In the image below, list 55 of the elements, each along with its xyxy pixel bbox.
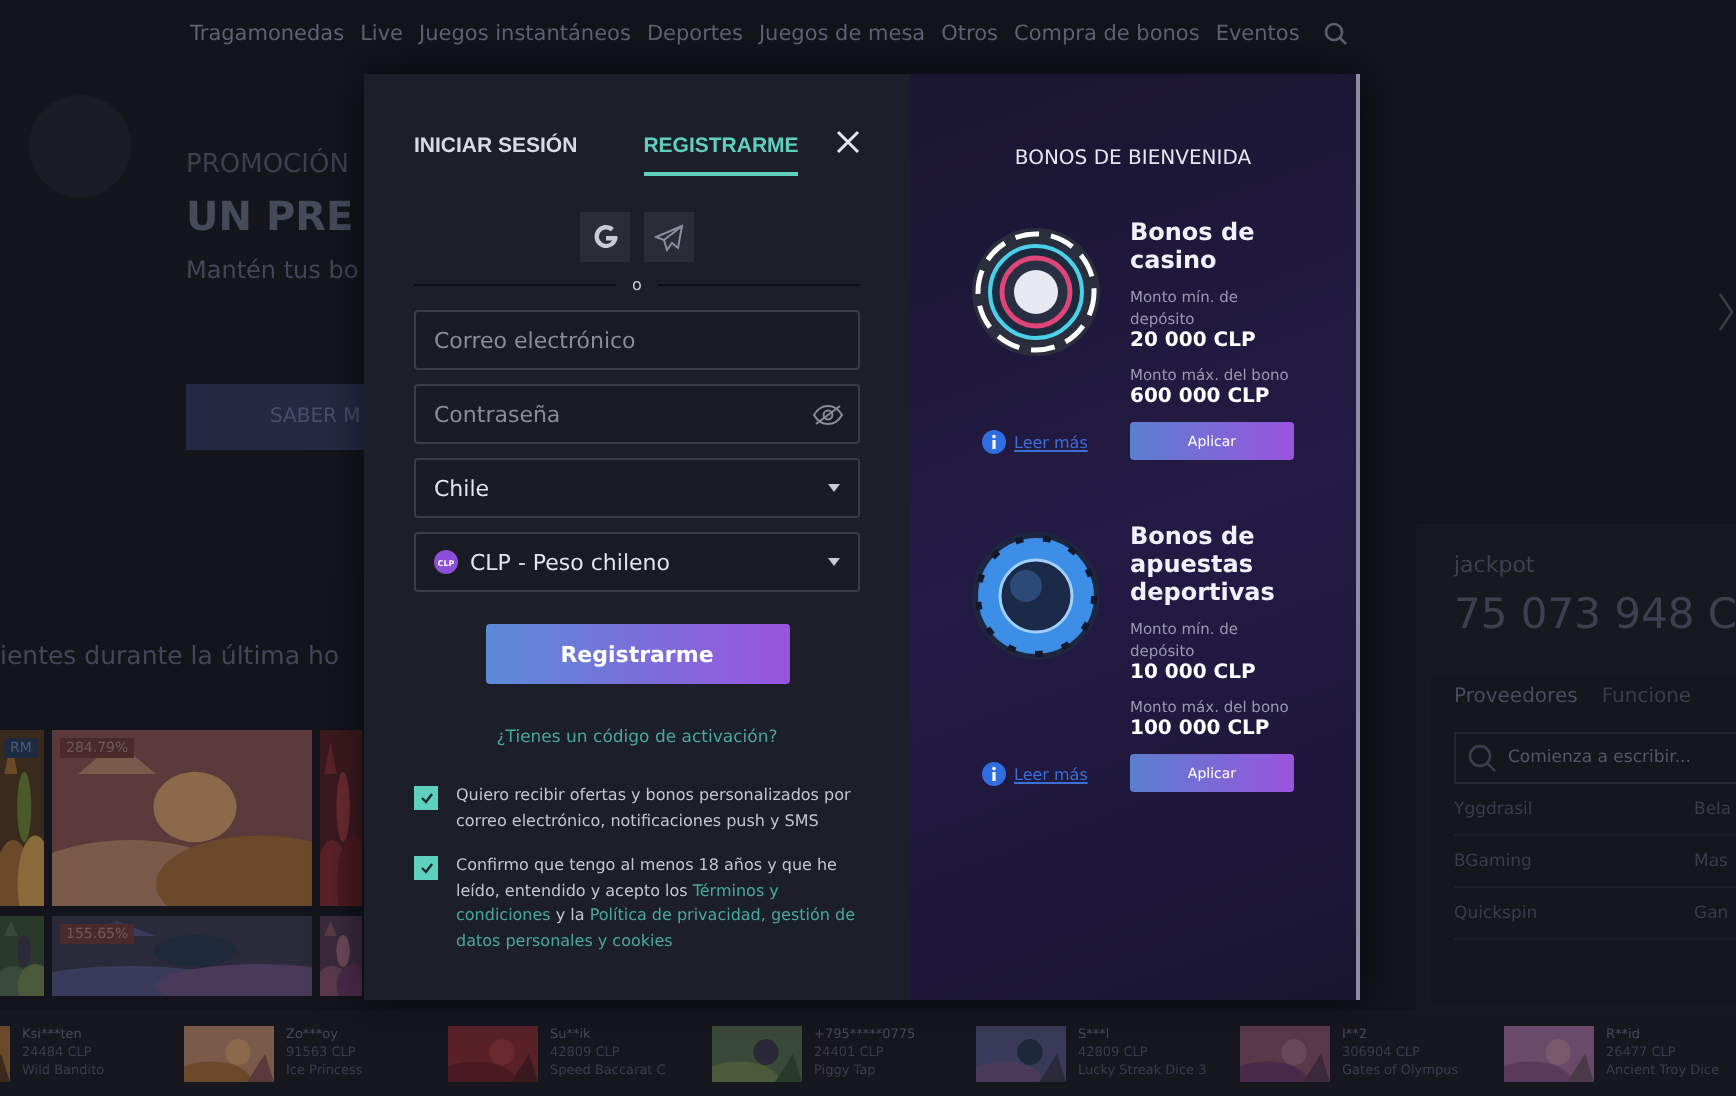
checkbox[interactable] [414,856,438,880]
paper-plane-icon [654,223,684,251]
scrollbar-thumb[interactable] [1356,74,1360,1000]
nav-link[interactable]: Juegos instantáneos [419,21,631,45]
read-more-link[interactable]: Leer más [1014,433,1088,451]
chip-drawing [970,226,1102,358]
activation-code-link[interactable]: ¿Tienes un código de activación? [414,728,860,748]
bonus-title: Bonos de apuestas deportivas [1130,522,1277,606]
nav-link[interactable]: Juegos de mesa [758,21,926,45]
country-select[interactable]: Chile [414,458,860,518]
consent-text: Quiero recibir ofertas y bonos personalizados por correo electrónico, notificaciones push y SMS [456,784,853,834]
google-icon [591,223,619,251]
policy-link[interactable]: condiciones [456,906,551,924]
password-field[interactable]: Contraseña [414,384,860,444]
check-icon [419,862,433,874]
policy-link[interactable]: Términos y [692,881,779,899]
nav-link[interactable]: Compra de bonos [1013,21,1200,45]
bonus-value: 20 000 CLP [1130,330,1258,354]
telegram-button[interactable] [644,212,694,262]
search-field[interactable]: Comienza a escribir... [1454,732,1736,784]
email-field[interactable]: Correo electrónico [414,310,860,370]
providers-tab[interactable]: Proveedores [1454,686,1578,716]
nav-link[interactable]: Eventos [1215,21,1300,45]
caret-icon [828,484,840,492]
auth-tab[interactable]: REGISTRARME [643,134,799,176]
search-icon[interactable] [1323,21,1348,45]
promo-subtitle: Mantén tus bo [186,256,361,284]
section-heading: ientes durante la última ho [0,640,342,670]
close-icon[interactable] [836,130,860,154]
bonus-title: Bonos de casino [1130,218,1257,274]
read-more-link[interactable]: Leer más [1014,765,1088,783]
consent-text: Confirmo que tengo al menos 18 años y que he leído, entendido y acepto los Términos y condiciones y la Política de privacidad, gestión de datos personales y cookies [456,854,856,954]
bonus-value: 100 000 CLP [1130,718,1272,742]
chip-drawing [970,530,1102,662]
nav-link[interactable]: Deportes [646,21,743,45]
policy-link[interactable]: Política de privacidad, gestión de [589,906,855,924]
divider-label: o [632,276,642,294]
eye-slash-icon[interactable] [812,404,844,426]
bonus-value: 10 000 CLP [1130,662,1258,686]
search-icon [1468,744,1496,772]
nav-link[interactable]: Live [360,21,404,45]
checkbox[interactable] [414,786,438,810]
nav-link[interactable]: Otros [941,21,998,45]
bonuses-title: BONOS DE BIENVENIDA [1012,148,1254,170]
register-button[interactable]: Registrarme [485,624,789,684]
auth-tab[interactable]: INICIAR SESIÓN [414,134,578,176]
check-icon [419,792,433,804]
nav-link[interactable]: Tragamonedas [190,21,345,45]
policy-link[interactable]: datos personales y cookies [456,931,673,949]
info-icon [982,430,1006,454]
caret-icon [828,558,840,566]
promo-title: UN PRE [186,192,356,240]
info-icon [982,762,1006,786]
google-button[interactable] [580,212,630,262]
bonus-value: 600 000 CLP [1130,386,1272,410]
